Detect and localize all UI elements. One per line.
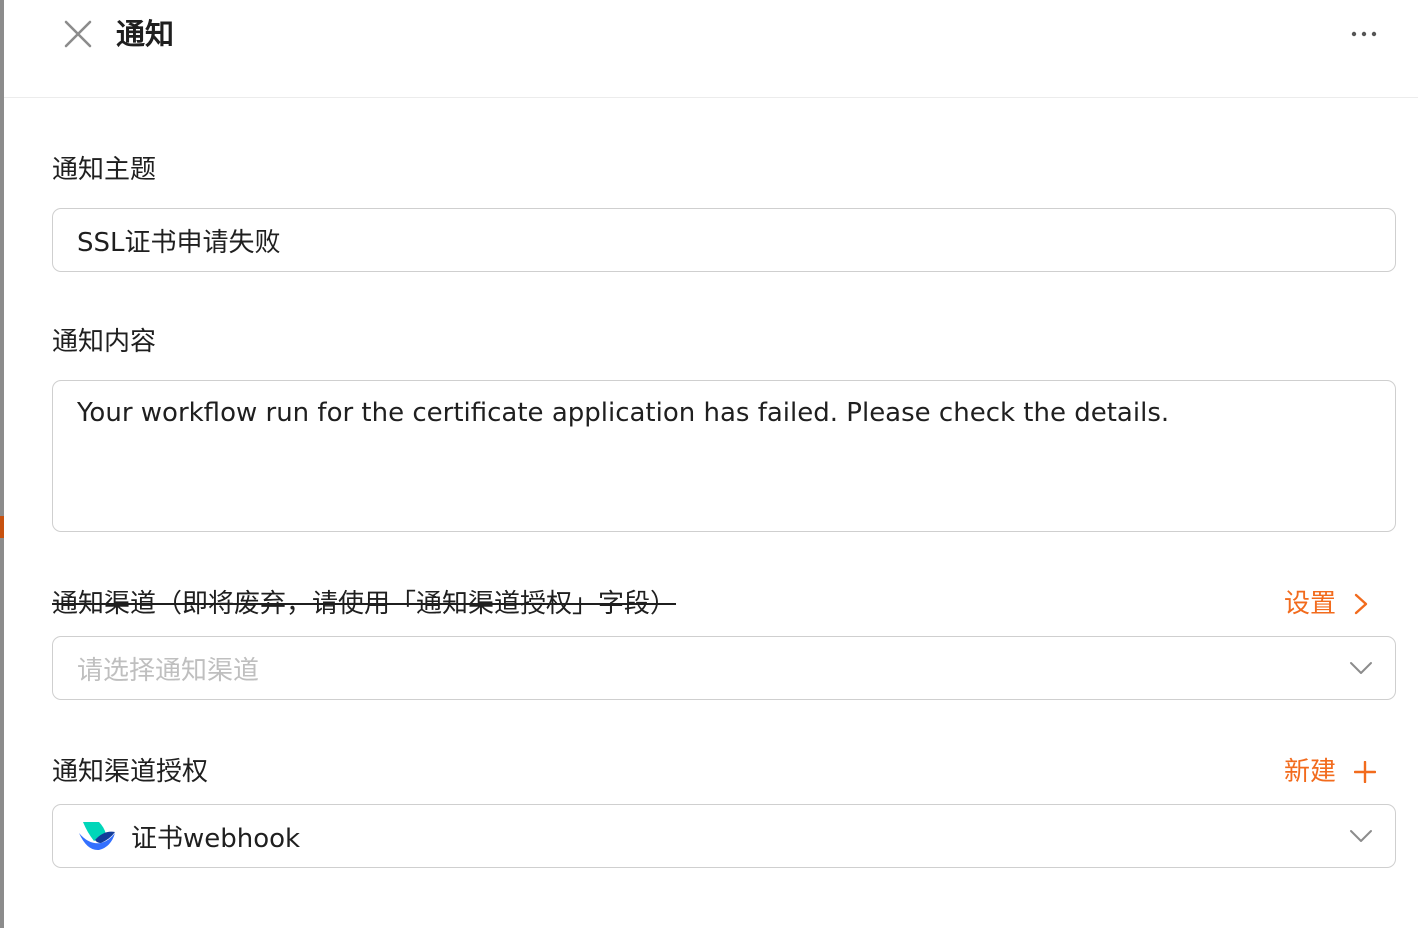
subject-input[interactable] xyxy=(53,209,1395,271)
window-left-edge-accent xyxy=(0,516,4,538)
window-left-edge xyxy=(0,0,4,928)
channel-auth-selected-label: 证书webhook xyxy=(131,823,301,854)
channel-label: 通知渠道（即将废弃，请使用「通知渠道授权」字段） xyxy=(52,589,677,619)
channel-select-placeholder: 请选择通知渠道 xyxy=(77,655,260,686)
subject-label: 通知主题 xyxy=(52,155,157,185)
channel-auth-new-button[interactable]: 新建 xyxy=(1284,754,1377,790)
lark-logo-icon xyxy=(77,819,117,853)
channel-settings-label: 设置 xyxy=(1284,589,1337,619)
more-horizontal-icon xyxy=(1351,31,1377,37)
plus-icon xyxy=(1354,761,1377,783)
channel-settings-button[interactable]: 设置 xyxy=(1284,586,1368,622)
subject-field xyxy=(52,208,1396,272)
content-field: Your workflow run for the certificate ap… xyxy=(52,380,1396,532)
channel-auth-select[interactable]: 证书webhook xyxy=(52,804,1396,868)
close-icon xyxy=(64,20,92,48)
content-label: 通知内容 xyxy=(52,327,157,357)
close-button[interactable] xyxy=(60,16,96,52)
more-options-button[interactable] xyxy=(1340,18,1388,50)
drawer-title: 通知 xyxy=(116,17,175,51)
channel-auth-label: 通知渠道授权 xyxy=(52,757,209,787)
content-textarea[interactable]: Your workflow run for the certificate ap… xyxy=(53,381,1395,531)
chevron-right-icon xyxy=(1354,593,1368,615)
chevron-down-icon xyxy=(1350,830,1372,842)
chevron-down-icon xyxy=(1350,662,1372,674)
channel-auth-new-label: 新建 xyxy=(1284,757,1337,787)
drawer-header: 通知 xyxy=(4,0,1418,98)
channel-select[interactable]: 请选择通知渠道 xyxy=(52,636,1396,700)
channel-auth-selected-option: 证书webhook xyxy=(77,805,300,867)
